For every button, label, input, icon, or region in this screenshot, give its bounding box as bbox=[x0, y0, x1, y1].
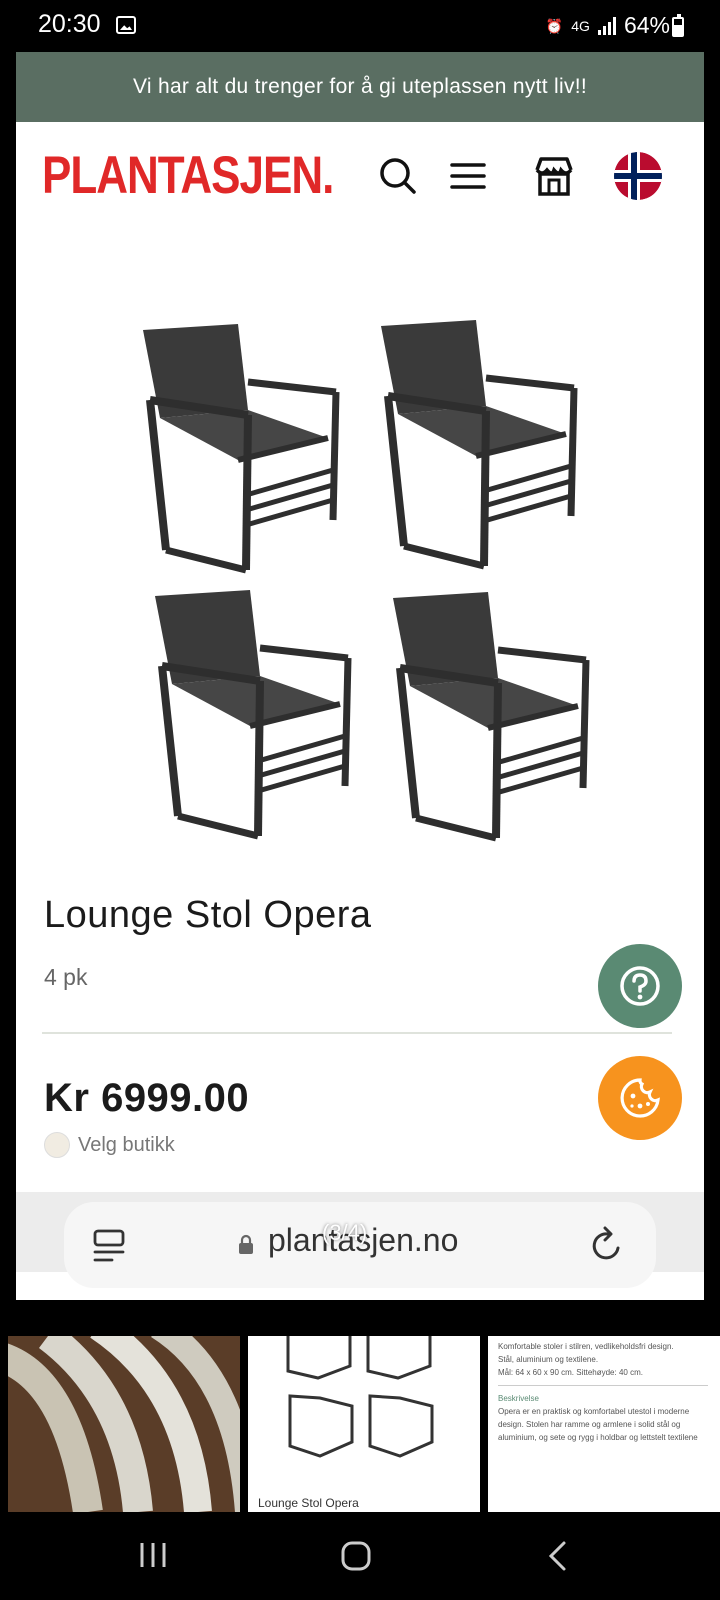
thumbnail-caption: Lounge Stol Opera bbox=[258, 1496, 359, 1510]
norway-flag-icon[interactable] bbox=[614, 152, 662, 200]
alarm-icon: ⏰ bbox=[545, 17, 564, 34]
thumbnail-detail: Stål, aluminium og textilene. bbox=[498, 1355, 599, 1364]
select-store-label: Velg butikk bbox=[78, 1133, 175, 1156]
thumbnail-detail: Komfortable stoler i stilren, vedlikehol… bbox=[498, 1342, 674, 1351]
thumbnail-desc-heading: Beskrivelse bbox=[498, 1385, 708, 1405]
back-icon[interactable] bbox=[546, 1540, 568, 1572]
search-icon[interactable] bbox=[374, 152, 422, 200]
help-button[interactable] bbox=[598, 944, 682, 1028]
thumbnail-detail: Mål: 64 x 60 x 90 cm. Sittehøyde: 40 cm. bbox=[498, 1368, 643, 1377]
thumbnail-3[interactable]: Komfortable stoler i stilren, vedlikehol… bbox=[488, 1336, 720, 1512]
product-title: Lounge Stol Opera bbox=[44, 894, 372, 936]
status-bar: 20:30 ⏰ 4G 64% bbox=[0, 0, 720, 52]
tab-switcher-icon[interactable] bbox=[92, 1228, 126, 1264]
chair-image bbox=[381, 320, 574, 566]
gallery-notification-icon bbox=[116, 16, 136, 34]
menu-icon[interactable] bbox=[444, 152, 492, 200]
store-icon[interactable] bbox=[530, 152, 578, 200]
product-price: Kr 6999.00 bbox=[44, 1076, 250, 1120]
thumbnail-desc-text: Opera er en praktisk og komfortabel utes… bbox=[498, 1407, 698, 1442]
product-quantity: 4 pk bbox=[44, 964, 88, 990]
question-icon bbox=[620, 966, 660, 1006]
battery-icon bbox=[672, 14, 684, 37]
promo-text: Vi har alt du trenger for å gi uteplasse… bbox=[132, 75, 588, 98]
thumbnail-1[interactable] bbox=[8, 1336, 240, 1512]
battery-percent: 64% bbox=[623, 12, 670, 38]
web-page: Vi har alt du trenger for å gi uteplasse… bbox=[16, 52, 704, 1300]
lock-icon bbox=[239, 1234, 253, 1254]
store-radio-icon bbox=[44, 1132, 70, 1158]
system-nav-bar bbox=[0, 1512, 720, 1600]
thumbnail-strip: Lounge Stol Opera Komfortable stoler i s… bbox=[0, 1302, 720, 1512]
select-store-button[interactable]: Velg butikk bbox=[44, 1132, 175, 1158]
network-type-icon: 4G bbox=[571, 17, 590, 34]
status-indicators: ⏰ 4G 64% bbox=[546, 12, 670, 39]
thumbnail-2[interactable]: Lounge Stol Opera bbox=[248, 1336, 480, 1512]
cookie-icon bbox=[620, 1078, 660, 1118]
site-logo[interactable]: PLANTASJEN. bbox=[42, 146, 334, 206]
reload-icon[interactable] bbox=[588, 1226, 624, 1264]
home-icon[interactable] bbox=[340, 1540, 372, 1572]
divider bbox=[42, 1032, 672, 1034]
chair-image bbox=[393, 592, 586, 838]
site-header: PLANTASJEN. bbox=[16, 122, 704, 234]
chair-image bbox=[155, 590, 348, 836]
thumbnail-description: Komfortable stoler i stilren, vedlikehol… bbox=[498, 1340, 708, 1444]
recent-apps-icon[interactable] bbox=[138, 1540, 168, 1570]
chair-detail-image bbox=[8, 1336, 240, 1512]
product-image[interactable] bbox=[116, 310, 616, 850]
image-pager: (3/4) bbox=[322, 1220, 368, 1245]
promo-banner[interactable]: Vi har alt du trenger for å gi uteplasse… bbox=[16, 52, 704, 122]
chairs-thumbnail-image bbox=[286, 1336, 434, 1458]
status-time: 20:30 bbox=[38, 10, 101, 38]
chair-image bbox=[143, 324, 336, 570]
cookie-settings-button[interactable] bbox=[598, 1056, 682, 1140]
signal-icon bbox=[597, 16, 616, 35]
